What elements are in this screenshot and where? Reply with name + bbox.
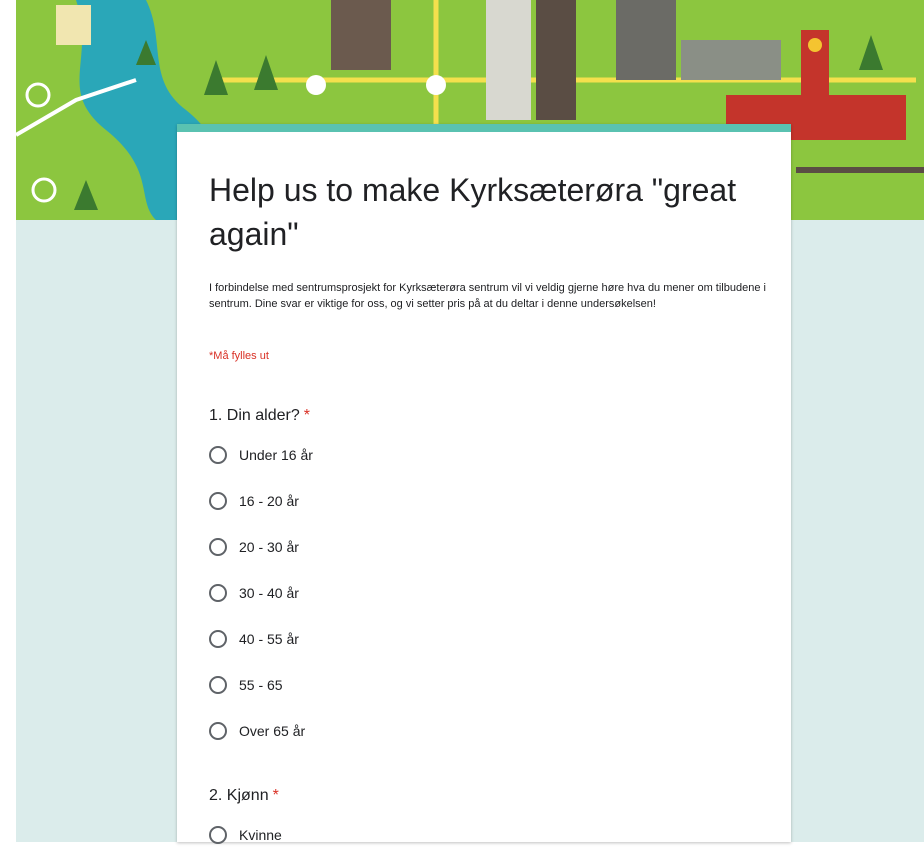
radio-button[interactable] — [209, 826, 227, 844]
radio-button[interactable] — [209, 676, 227, 694]
form-title: Help us to make Kyrksæterøra "great agai… — [209, 172, 737, 252]
radio-button[interactable] — [209, 584, 227, 602]
radio-option-30-40[interactable]: 30 - 40 år — [209, 570, 313, 616]
option-label: 20 - 30 år — [239, 539, 299, 555]
radio-option-20-30[interactable]: 20 - 30 år — [209, 524, 313, 570]
option-label: 55 - 65 — [239, 677, 283, 693]
form-card: Help us to make Kyrksæterøra "great agai… — [177, 124, 791, 844]
radio-button[interactable] — [209, 630, 227, 648]
radio-button[interactable] — [209, 538, 227, 556]
question-title: 1. Din alder? — [209, 407, 300, 424]
option-label: Kvinne — [239, 827, 282, 843]
question-gender: 2. Kjønn * Kvinne — [209, 784, 282, 858]
radio-option-40-55[interactable]: 40 - 55 år — [209, 616, 313, 662]
radio-option-55-65[interactable]: 55 - 65 — [209, 662, 313, 708]
option-label: Under 16 år — [239, 447, 313, 463]
required-star: * — [272, 787, 279, 804]
form-description: I forbindelse med sentrumsprosjekt for K… — [209, 282, 766, 310]
radio-button[interactable] — [209, 492, 227, 510]
required-note: *Må fylles ut — [209, 350, 269, 362]
question-title: 2. Kjønn — [209, 787, 269, 804]
required-star: * — [303, 407, 310, 424]
option-label: 30 - 40 år — [239, 585, 299, 601]
option-label: Over 65 år — [239, 723, 306, 739]
radio-option-over-65[interactable]: Over 65 år — [209, 708, 313, 754]
radio-option-under-16[interactable]: Under 16 år — [209, 432, 313, 478]
radio-option-16-20[interactable]: 16 - 20 år — [209, 478, 313, 524]
radio-option-kvinne[interactable]: Kvinne — [209, 812, 282, 858]
option-label: 40 - 55 år — [239, 631, 299, 647]
radio-button[interactable] — [209, 722, 227, 740]
option-label: 16 - 20 år — [239, 493, 299, 509]
radio-button[interactable] — [209, 446, 227, 464]
question-age: 1. Din alder? * Under 16 år 16 - 20 år 20… — [209, 404, 313, 754]
